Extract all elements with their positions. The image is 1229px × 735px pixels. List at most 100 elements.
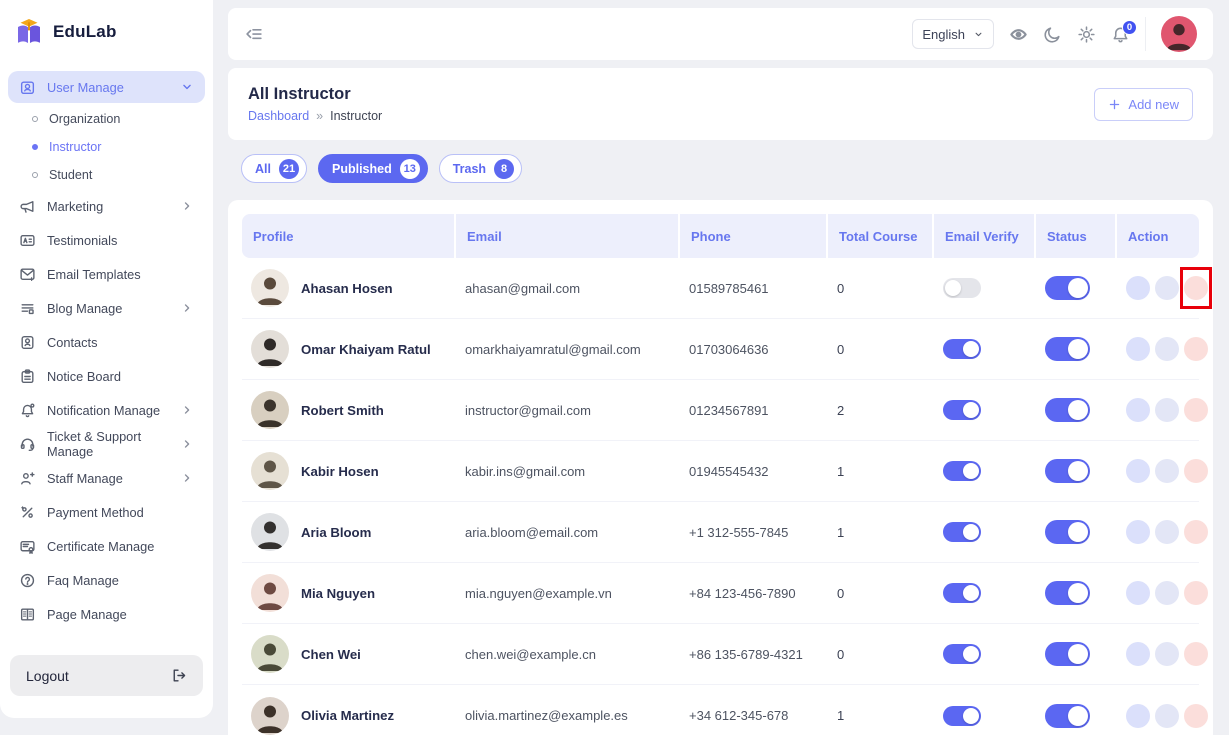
delete-button[interactable] xyxy=(1184,337,1208,361)
notification-bell-icon[interactable]: 0 xyxy=(1111,25,1130,44)
bullet-icon xyxy=(32,144,38,150)
email-verify-toggle[interactable] xyxy=(943,522,981,542)
delete-button[interactable] xyxy=(1184,459,1208,483)
view-button[interactable] xyxy=(1155,520,1179,544)
email-verify-toggle[interactable] xyxy=(943,339,981,359)
view-button[interactable] xyxy=(1155,581,1179,605)
sidebar-item-user-manage[interactable]: User Manage xyxy=(8,71,205,103)
edit-button[interactable] xyxy=(1126,337,1150,361)
status-toggle[interactable] xyxy=(1045,398,1090,422)
contacts-icon xyxy=(19,334,36,351)
topbar-divider xyxy=(1145,17,1146,51)
delete-button[interactable] xyxy=(1184,704,1208,728)
filter-tab-trash[interactable]: Trash 8 xyxy=(439,154,522,183)
status-toggle[interactable] xyxy=(1045,704,1090,728)
email-verify-toggle[interactable] xyxy=(943,583,981,603)
view-button[interactable] xyxy=(1155,642,1179,666)
status-toggle[interactable] xyxy=(1045,276,1090,300)
bullet-icon xyxy=(32,116,38,122)
delete-button[interactable] xyxy=(1184,398,1208,422)
gear-icon[interactable] xyxy=(1077,25,1096,44)
status-toggle[interactable] xyxy=(1045,459,1090,483)
column-header-action: Action xyxy=(1115,214,1199,258)
view-button[interactable] xyxy=(1155,337,1179,361)
delete-button[interactable] xyxy=(1184,276,1208,300)
sidebar-item-label: Page Manage xyxy=(47,607,127,622)
delete-button[interactable] xyxy=(1184,642,1208,666)
edit-button[interactable] xyxy=(1126,398,1150,422)
filter-tab-all[interactable]: All 21 xyxy=(241,154,307,183)
eye-icon[interactable] xyxy=(1009,25,1028,44)
status-toggle[interactable] xyxy=(1045,581,1090,605)
sidebar-item-notification-manage[interactable]: Notification Manage xyxy=(8,394,205,426)
edit-button[interactable] xyxy=(1126,459,1150,483)
filter-count-badge: 21 xyxy=(279,159,299,179)
sidebar-item-testimonials[interactable]: Testimonials xyxy=(8,224,205,256)
email-verify-toggle[interactable] xyxy=(943,461,981,481)
column-header-total-course: Total Course xyxy=(826,214,932,258)
sidebar-item-staff-manage[interactable]: Staff Manage xyxy=(8,462,205,494)
sidebar-item-ticket-support-manage[interactable]: Ticket & Support Manage xyxy=(8,428,205,460)
user-manage-icon xyxy=(19,79,36,96)
sidebar-item-email-templates[interactable]: Email Templates xyxy=(8,258,205,290)
sidebar-item-certificate-manage[interactable]: Certificate Manage xyxy=(8,530,205,562)
sidebar-item-student[interactable]: Student xyxy=(8,161,205,188)
sidebar-item-organization[interactable]: Organization xyxy=(8,105,205,132)
sidebar-item-instructor[interactable]: Instructor xyxy=(8,133,205,160)
email-cell: olivia.martinez@example.es xyxy=(454,708,678,723)
view-button[interactable] xyxy=(1155,276,1179,300)
delete-button[interactable] xyxy=(1184,520,1208,544)
status-cell xyxy=(1034,337,1115,361)
email-cell: ahasan@gmail.com xyxy=(454,281,678,296)
status-toggle[interactable] xyxy=(1045,520,1090,544)
app-logo[interactable]: EduLab xyxy=(0,0,213,61)
chevron-down-icon xyxy=(180,80,194,94)
edit-button[interactable] xyxy=(1126,520,1150,544)
sidebar-item-label: Blog Manage xyxy=(47,301,122,316)
edit-button[interactable] xyxy=(1126,642,1150,666)
email-verify-toggle[interactable] xyxy=(943,400,981,420)
chevron-right-icon xyxy=(180,403,194,417)
email-verify-toggle[interactable] xyxy=(943,278,981,298)
email-verify-toggle[interactable] xyxy=(943,644,981,664)
total-course-cell: 0 xyxy=(826,342,932,357)
delete-button[interactable] xyxy=(1184,581,1208,605)
sidebar-item-marketing[interactable]: Marketing xyxy=(8,190,205,222)
view-button[interactable] xyxy=(1155,398,1179,422)
email-verify-toggle[interactable] xyxy=(943,706,981,726)
sidebar-item-label: Staff Manage xyxy=(47,471,123,486)
email-cell: omarkhaiyamratul@gmail.com xyxy=(454,342,678,357)
edit-button[interactable] xyxy=(1126,704,1150,728)
email-verify-cell xyxy=(932,706,1034,726)
sidebar-item-notice-board[interactable]: Notice Board xyxy=(8,360,205,392)
payment-icon xyxy=(19,504,36,521)
breadcrumb: Dashboard » Instructor xyxy=(248,109,382,123)
status-toggle[interactable] xyxy=(1045,337,1090,361)
edit-button[interactable] xyxy=(1126,276,1150,300)
view-button[interactable] xyxy=(1155,459,1179,483)
breadcrumb-dashboard-link[interactable]: Dashboard xyxy=(248,109,309,123)
user-avatar[interactable] xyxy=(1161,16,1197,52)
add-new-button[interactable]: Add new xyxy=(1094,88,1193,121)
dark-mode-moon-icon[interactable] xyxy=(1043,25,1062,44)
language-select[interactable]: English xyxy=(912,19,994,49)
chevron-right-icon xyxy=(180,301,194,315)
sidebar-item-payment-method[interactable]: Payment Method xyxy=(8,496,205,528)
toggle-knob xyxy=(1068,583,1088,603)
sidebar-item-page-manage[interactable]: Page Manage xyxy=(8,598,205,630)
profile-cell: Aria Bloom xyxy=(242,513,454,551)
filter-tab-published[interactable]: Published 13 xyxy=(318,154,428,183)
total-course-cell: 0 xyxy=(826,281,932,296)
chevron-right-icon xyxy=(180,437,194,451)
sidebar-item-contacts[interactable]: Contacts xyxy=(8,326,205,358)
status-toggle[interactable] xyxy=(1045,642,1090,666)
toggle-knob xyxy=(1068,400,1088,420)
sidebar-item-label: Notification Manage xyxy=(47,403,160,418)
sidebar-collapse-icon[interactable] xyxy=(244,24,264,44)
sidebar-item-blog-manage[interactable]: Blog Manage xyxy=(8,292,205,324)
view-button[interactable] xyxy=(1155,704,1179,728)
logout-button[interactable]: Logout xyxy=(10,655,203,696)
sidebar-item-faq-manage[interactable]: Faq Manage xyxy=(8,564,205,596)
sidebar-item-label: Faq Manage xyxy=(47,573,119,588)
edit-button[interactable] xyxy=(1126,581,1150,605)
